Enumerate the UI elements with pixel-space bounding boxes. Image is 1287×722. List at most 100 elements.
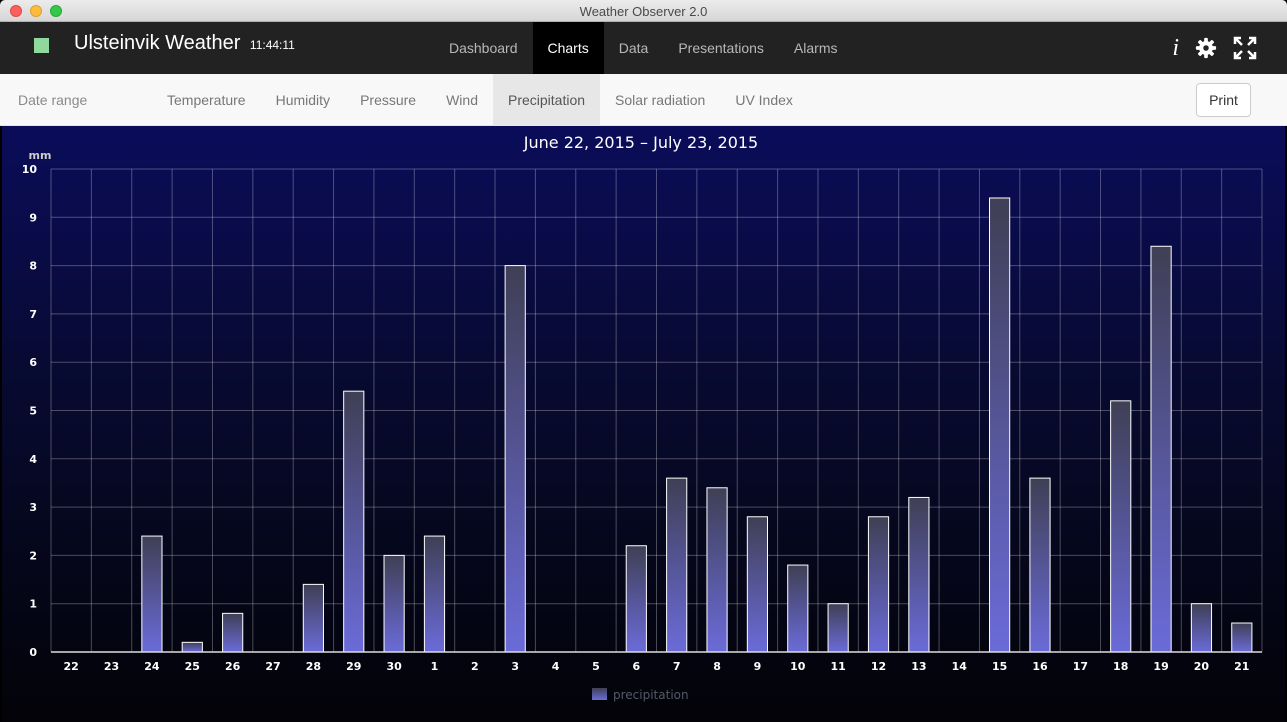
x-tick-label: 1	[431, 660, 439, 673]
bar-16[interactable]	[1029, 477, 1051, 653]
tab-solar-radiation[interactable]: Solar radiation	[600, 74, 720, 126]
x-tick-label: 28	[306, 660, 321, 673]
x-tick-label: 19	[1153, 660, 1168, 673]
brand-title: Ulsteinvik Weather	[74, 32, 241, 54]
x-tick-label: 18	[1113, 660, 1128, 673]
bar-11[interactable]	[827, 603, 849, 653]
x-tick-label: 3	[511, 660, 519, 673]
bar-18[interactable]	[1110, 400, 1132, 653]
legend-label: precipitation	[613, 688, 689, 702]
window-title: Weather Observer 2.0	[579, 4, 708, 19]
bar-6[interactable]	[625, 545, 647, 653]
y-tick-label: 6	[29, 356, 37, 369]
bar-25[interactable]	[181, 641, 203, 653]
bar-3[interactable]	[504, 265, 526, 653]
x-tick-label: 12	[871, 660, 886, 673]
date-range-link[interactable]: Date range	[18, 74, 87, 126]
bar-24[interactable]	[141, 535, 163, 653]
x-tick-label: 29	[346, 660, 361, 673]
bar-1[interactable]	[423, 535, 446, 653]
x-tick-label: 2	[471, 660, 479, 673]
status-indicator	[34, 38, 49, 53]
y-tick-label: 0	[29, 646, 37, 659]
gear-icon[interactable]	[1195, 37, 1217, 59]
navbar-icons: i	[1156, 22, 1257, 74]
x-tick-label: 24	[144, 660, 160, 673]
x-tick-label: 13	[911, 660, 926, 673]
x-tick-label: 23	[104, 660, 119, 673]
chart-type-tabs: Temperature Humidity Pressure Wind Preci…	[152, 74, 808, 126]
y-tick-label: 1	[29, 598, 37, 611]
x-tick-label: 14	[952, 660, 968, 673]
tab-humidity[interactable]: Humidity	[261, 74, 345, 126]
y-tick-label: 4	[29, 453, 37, 466]
nav-alarms[interactable]: Alarms	[779, 22, 853, 74]
tab-uv-index[interactable]: UV Index	[720, 74, 808, 126]
bar-21[interactable]	[1231, 622, 1253, 653]
x-tick-label: 27	[265, 660, 280, 673]
x-tick-label: 15	[992, 660, 1007, 673]
chart-title: June 22, 2015 – July 23, 2015	[523, 133, 758, 152]
nav-presentations[interactable]: Presentations	[663, 22, 779, 74]
bar-13[interactable]	[908, 496, 930, 653]
y-axis-unit: mm	[29, 149, 52, 162]
fullscreen-icon[interactable]	[1233, 36, 1257, 60]
y-tick-label: 10	[22, 163, 38, 176]
nav-charts[interactable]: Charts	[532, 22, 604, 74]
x-tick-label: 25	[185, 660, 200, 673]
tab-precipitation[interactable]: Precipitation	[493, 74, 601, 126]
x-tick-label: 7	[673, 660, 681, 673]
precipitation-chart: June 22, 2015 – July 23, 2015 mm 0123456…	[2, 126, 1285, 722]
x-tick-label: 8	[713, 660, 721, 673]
x-tick-label: 26	[225, 660, 241, 673]
bar-8[interactable]	[706, 487, 728, 653]
bar-20[interactable]	[1190, 603, 1213, 653]
y-tick-label: 7	[29, 308, 37, 321]
y-tick-label: 5	[29, 405, 37, 418]
main-nav: Dashboard Charts Data Presentations Alar…	[434, 22, 852, 74]
x-tick-label: 22	[64, 660, 79, 673]
tab-wind[interactable]: Wind	[431, 74, 493, 126]
bar-29[interactable]	[343, 390, 365, 653]
x-tick-label: 10	[790, 660, 806, 673]
bar-10[interactable]	[787, 564, 809, 653]
chart-svg: June 22, 2015 – July 23, 2015 mm 0123456…	[22, 133, 1263, 702]
info-icon[interactable]: i	[1172, 35, 1179, 62]
bar-12[interactable]	[867, 516, 890, 653]
x-tick-label: 16	[1032, 660, 1048, 673]
y-tick-label: 3	[29, 501, 37, 514]
bar-28[interactable]	[302, 583, 324, 653]
tab-pressure[interactable]: Pressure	[345, 74, 431, 126]
y-axis-ticks: 0 1 2 3 4 5 6 7 8 9 10	[22, 163, 38, 659]
nav-dashboard[interactable]: Dashboard	[434, 22, 533, 74]
x-tick-label: 21	[1234, 660, 1249, 673]
legend-swatch	[592, 688, 607, 700]
main-navbar: Ulsteinvik Weather 11:44:11 Dashboard Ch…	[0, 22, 1287, 74]
window-titlebar: Weather Observer 2.0	[0, 0, 1287, 22]
x-tick-label: 4	[552, 660, 560, 673]
x-tick-label: 6	[632, 660, 640, 673]
x-tick-label: 20	[1194, 660, 1210, 673]
x-tick-label: 11	[830, 660, 845, 673]
y-tick-label: 8	[29, 260, 37, 273]
bar-30[interactable]	[383, 554, 405, 653]
tab-temperature[interactable]: Temperature	[152, 74, 261, 126]
y-tick-label: 2	[29, 549, 37, 562]
x-tick-label: 5	[592, 660, 600, 673]
bar-26[interactable]	[222, 612, 244, 653]
bar-9[interactable]	[746, 516, 769, 653]
grid-lines	[50, 168, 1263, 653]
app-brand[interactable]: Ulsteinvik Weather 11:44:11	[74, 32, 295, 55]
x-tick-label: 30	[386, 660, 402, 673]
bar-19[interactable]	[1150, 245, 1172, 653]
nav-data[interactable]: Data	[604, 22, 664, 74]
y-tick-label: 9	[29, 211, 37, 224]
chart-legend[interactable]: precipitation	[592, 688, 689, 702]
bar-7[interactable]	[666, 477, 688, 653]
x-tick-label: 9	[754, 660, 762, 673]
clock-time: 11:44:11	[249, 38, 295, 52]
print-button[interactable]: Print	[1196, 83, 1251, 117]
x-tick-label: 17	[1073, 660, 1088, 673]
bar-15[interactable]	[989, 197, 1011, 653]
x-axis-ticks: 22 23 24 25 26 27 28 29 30 1 2 3 4 5 6 7 8 9 10 11 12 13 14 15 1…	[64, 660, 1250, 673]
